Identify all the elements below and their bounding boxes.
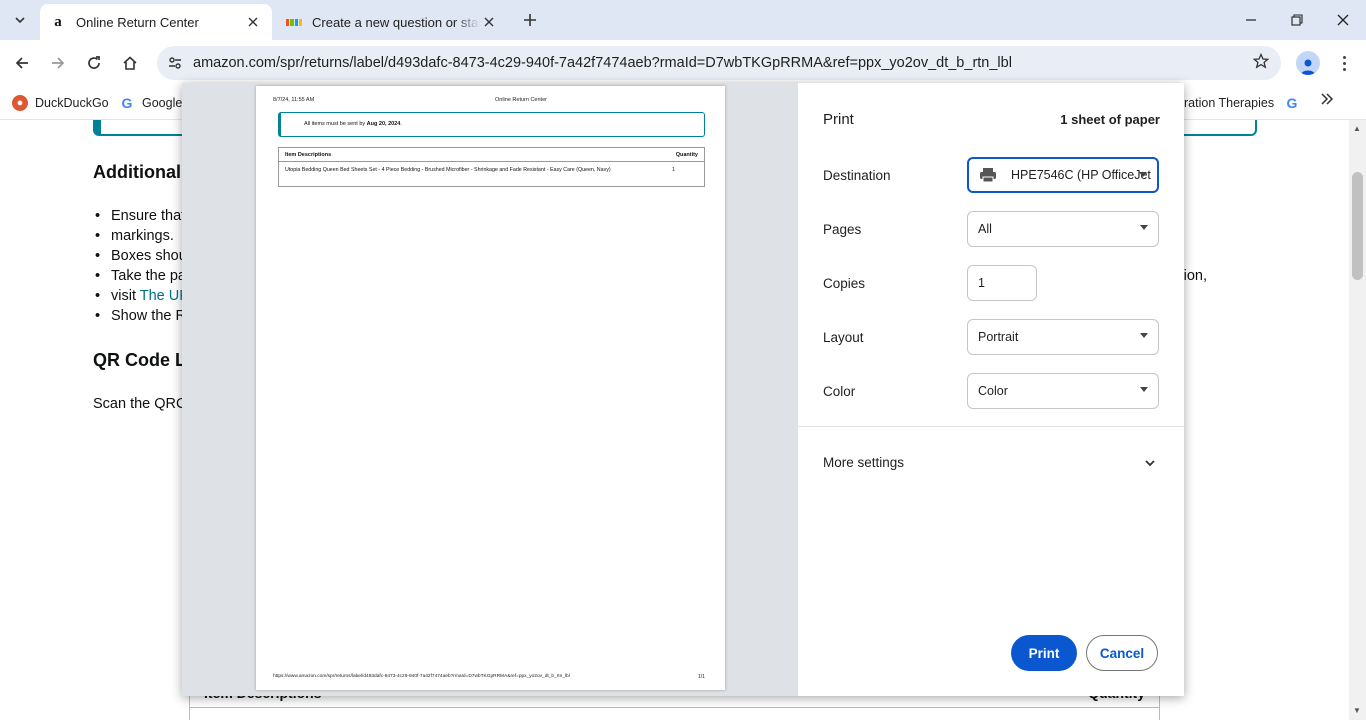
home-button[interactable]: [116, 49, 144, 77]
sheet-count: 1 sheet of paper: [1060, 112, 1160, 127]
copies-input[interactable]: 1: [967, 265, 1037, 301]
bookmark-star-icon[interactable]: [1252, 52, 1270, 74]
bookmark-label: ration Therapies: [1184, 96, 1275, 110]
tab-online-return-center[interactable]: a Online Return Center: [40, 4, 272, 40]
tab-title: Online Return Center: [76, 14, 199, 30]
new-tab-button[interactable]: [518, 8, 542, 32]
home-icon: [123, 56, 137, 70]
restore-button[interactable]: [1274, 0, 1320, 40]
arrow-left-icon: [15, 57, 28, 69]
scroll-up-icon[interactable]: ▲: [1353, 124, 1361, 133]
tab-create-question[interactable]: Create a new question or start a: [276, 4, 508, 40]
minimize-button[interactable]: [1228, 0, 1274, 40]
tab-search-button[interactable]: [8, 8, 32, 32]
site-info-icon[interactable]: [157, 46, 193, 80]
preview-header-title: Online Return Center: [495, 97, 547, 103]
duckduckgo-icon: ●: [12, 95, 28, 111]
more-settings-toggle[interactable]: More settings: [823, 455, 904, 470]
google-icon: G: [1286, 95, 1298, 111]
color-select[interactable]: Color: [967, 373, 1159, 409]
bookmarks-overflow-icon[interactable]: [1320, 92, 1334, 111]
print-settings-panel: Print 1 sheet of paper Destination HPE75…: [798, 83, 1184, 696]
preview-header-date: 8/7/24, 11:55 AM: [273, 97, 315, 103]
reload-button[interactable]: [80, 49, 108, 77]
close-window-button[interactable]: [1320, 0, 1366, 40]
destination-label: Destination: [823, 168, 891, 183]
restore-icon: [1291, 14, 1303, 26]
cancel-button[interactable]: Cancel: [1086, 635, 1158, 671]
layout-value: Portrait: [978, 330, 1019, 344]
pages-select[interactable]: All: [967, 211, 1159, 247]
layout-label: Layout: [823, 330, 864, 345]
preview-footer-url: https://www.amazon.com/spr/returns/label…: [273, 674, 570, 679]
pages-label: Pages: [823, 222, 862, 237]
preview-alert: All items must be sent by Aug 20, 2024.: [278, 112, 705, 137]
dropdown-caret-icon: [1140, 387, 1148, 392]
arrow-right-icon: [52, 57, 65, 69]
tab-strip: a Online Return Center Create a new ques…: [0, 0, 1366, 40]
reload-icon: [88, 56, 100, 69]
preview-page-number: 1/1: [698, 674, 705, 680]
preview-page: 8/7/24, 11:55 AM Online Return Center Al…: [256, 86, 725, 690]
preview-table-header: Item Descriptions Quantity: [279, 148, 704, 162]
bookmark-duckduckgo[interactable]: ● DuckDuckGo: [12, 93, 109, 113]
microsoft-icon: [286, 14, 302, 30]
color-label: Color: [823, 384, 856, 399]
chevron-down-icon[interactable]: [1144, 456, 1156, 474]
printer-icon: [979, 168, 997, 183]
google-icon: G: [121, 95, 133, 111]
browser-toolbar: amazon.com/spr/returns/label/d493dafc-84…: [0, 40, 1366, 86]
scroll-thumb[interactable]: [1352, 172, 1363, 280]
qr-heading: QR Code La: [93, 350, 197, 370]
dropdown-caret-icon: [1140, 333, 1148, 338]
chevron-down-icon: [15, 17, 25, 24]
page-scrollbar[interactable]: ▲ ▼: [1349, 120, 1366, 720]
bookmark-google[interactable]: G Google: [119, 93, 183, 113]
bookmark-google-2[interactable]: G: [1284, 93, 1307, 113]
settings-divider: [798, 426, 1184, 427]
color-value: Color: [978, 384, 1008, 398]
bookmark-label: DuckDuckGo: [35, 96, 109, 110]
bookmark-label: Google: [142, 96, 183, 110]
print-button[interactable]: Print: [1011, 635, 1077, 671]
forward-button[interactable]: [44, 49, 72, 77]
person-icon: [1301, 59, 1315, 75]
preview-items-table: Item Descriptions Quantity Utopia Beddin…: [278, 147, 705, 187]
layout-select[interactable]: Portrait: [967, 319, 1159, 355]
tab-title: Create a new question or start a: [312, 14, 480, 30]
print-dialog: 8/7/24, 11:55 AM Online Return Center Al…: [182, 83, 1184, 696]
destination-select[interactable]: HPE7546C (HP OfficeJet: [967, 157, 1159, 193]
print-title: Print: [823, 111, 854, 128]
url-text: amazon.com/spr/returns/label/d493dafc-84…: [193, 55, 1012, 71]
copies-label: Copies: [823, 276, 866, 291]
dropdown-caret-icon: [1139, 172, 1147, 177]
amazon-a-icon: a: [54, 13, 62, 30]
close-icon: [1337, 14, 1349, 26]
close-tab-icon[interactable]: [244, 13, 262, 31]
scroll-down-icon[interactable]: ▼: [1353, 706, 1361, 715]
destination-value: HPE7546C (HP OfficeJet: [1011, 168, 1151, 182]
table-row: Utopia Bedding Queen Bed Sheets Set - 4 …: [285, 167, 675, 173]
print-preview-pane: 8/7/24, 11:55 AM Online Return Center Al…: [182, 83, 798, 696]
plus-icon: [524, 14, 536, 26]
profile-avatar[interactable]: [1296, 51, 1320, 75]
qr-text: Scan the QRCo: [93, 396, 195, 412]
browser-menu-button[interactable]: [1334, 50, 1354, 76]
minimize-icon: [1246, 19, 1256, 21]
address-bar[interactable]: amazon.com/spr/returns/label/d493dafc-84…: [157, 46, 1281, 80]
back-button[interactable]: [8, 49, 36, 77]
dropdown-caret-icon: [1140, 225, 1148, 230]
additional-heading: Additional: [93, 162, 181, 182]
pages-value: All: [978, 222, 992, 236]
bookmark-therapies[interactable]: ration Therapies: [1184, 93, 1274, 113]
close-tab-icon[interactable]: [480, 13, 498, 31]
